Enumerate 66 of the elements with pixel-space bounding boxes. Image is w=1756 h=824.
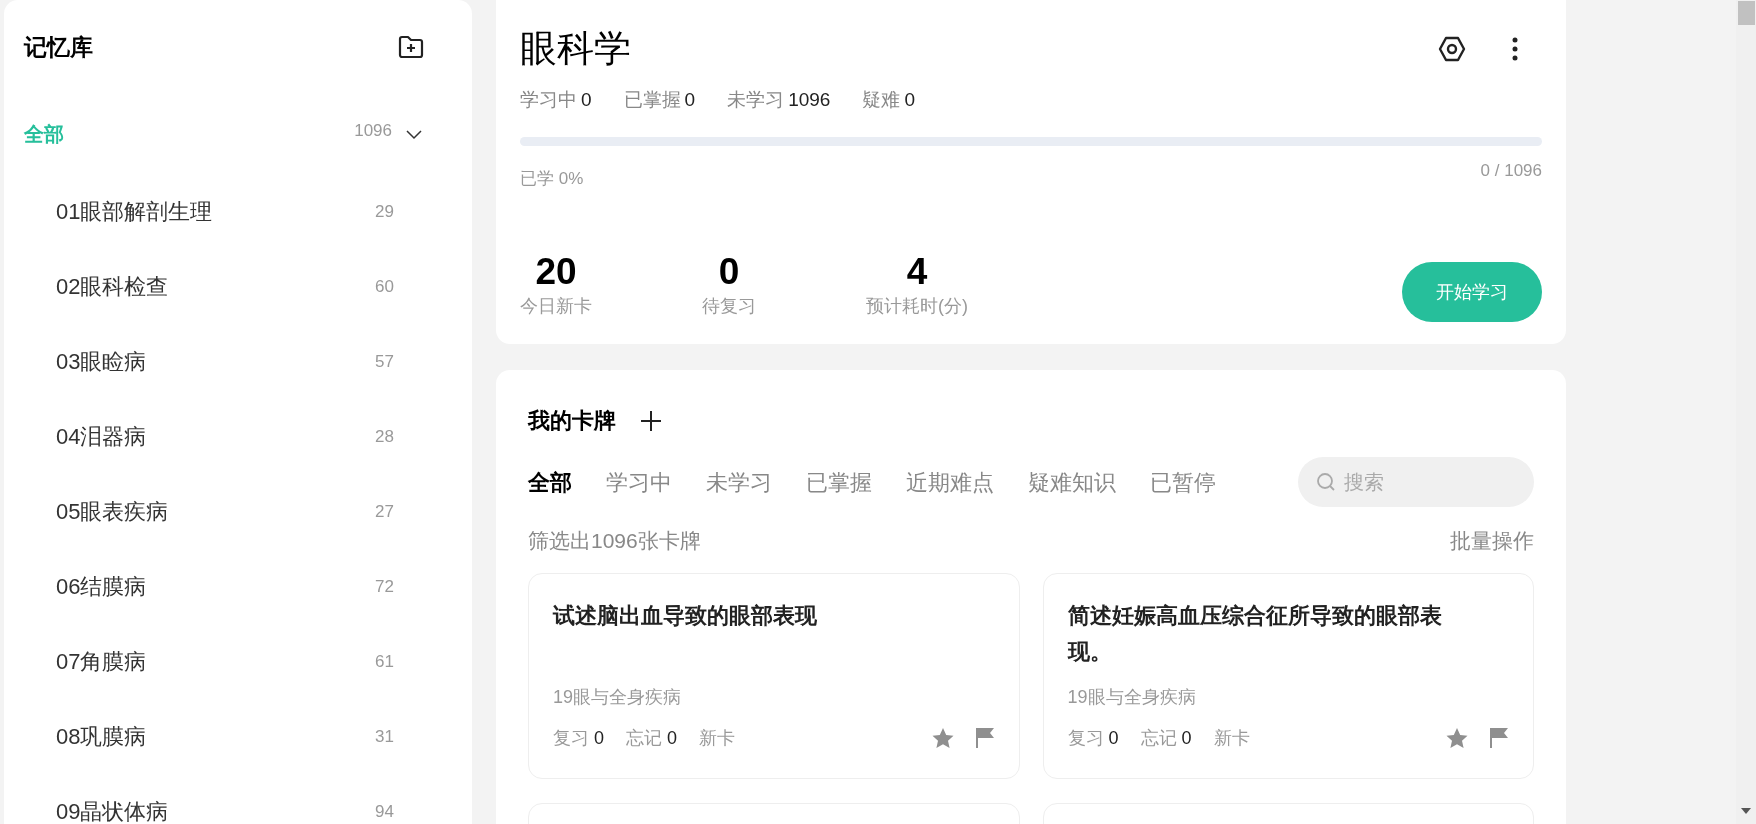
review-count: 0 <box>1108 726 1119 750</box>
filter-tab[interactable]: 近期难点 <box>906 465 994 499</box>
card-category: 19眼与全身疾病 <box>553 685 683 709</box>
flashcard[interactable]: 简述妊娠高血压综合征所导致的眼部表现。 19眼与全身疾病 复习 0 忘记 0 新卡 <box>1042 572 1534 779</box>
filter-tab[interactable]: 学习中 <box>606 465 672 499</box>
folder-plus-icon[interactable] <box>398 35 424 59</box>
card-question: 简述妊娠高血压综合征所导致的眼部表现。 <box>1067 601 1443 666</box>
deck-title: 眼科学 <box>520 27 631 71</box>
metric-value: 20 <box>535 251 577 293</box>
settings-icon[interactable] <box>1438 35 1466 63</box>
sidebar-item[interactable]: 06结膜病 72 <box>24 549 452 624</box>
search-icon <box>1316 472 1336 492</box>
flashcard[interactable]: 试述脑出血导致的眼部表现 19眼与全身疾病 复习 0 忘记 0 新卡 <box>528 572 1020 779</box>
star-icon[interactable] <box>1445 726 1469 750</box>
stat-label: 疑难 <box>862 88 901 112</box>
more-menu-icon[interactable] <box>1512 37 1518 61</box>
sidebar-item[interactable]: 02眼科检查 60 <box>24 249 452 324</box>
sidebar-item[interactable]: 05眼表疾病 27 <box>24 474 452 549</box>
search-field[interactable]: 搜索 <box>1298 457 1534 507</box>
scroll-down-icon[interactable] <box>1741 808 1751 814</box>
card-category: 19眼与全身疾病 <box>1067 685 1197 709</box>
filter-tab[interactable]: 已掌握 <box>806 465 872 499</box>
forget-count: 0 <box>1181 726 1192 750</box>
metric-label: 待复习 <box>702 295 756 318</box>
sidebar-item[interactable]: 01眼部解剖生理 29 <box>24 174 452 249</box>
metric-value: 0 <box>718 251 740 293</box>
filter-summary: 筛选出1096张卡牌 <box>528 528 701 554</box>
stat-label: 学习中 <box>520 88 577 112</box>
forget-count: 0 <box>667 726 678 750</box>
flag-icon[interactable] <box>974 727 995 749</box>
stat-value: 0 <box>684 88 696 112</box>
filter-tab[interactable]: 已暂停 <box>1150 465 1216 499</box>
review-count: 0 <box>594 726 604 750</box>
metric-label: 今日新卡 <box>520 295 592 318</box>
card-question: 试述脑出血导致的眼部表现 <box>553 601 818 630</box>
card-status: 新卡 <box>699 726 736 750</box>
forget-label: 忘记 <box>626 726 662 750</box>
metric-value: 4 <box>906 251 928 293</box>
scrollbar-thumb[interactable] <box>1737 1 1755 25</box>
review-label: 复习 <box>553 726 589 750</box>
stat-value: 0 <box>581 88 592 112</box>
sidebar-item[interactable]: 08巩膜病 31 <box>24 699 452 774</box>
chevron-icon[interactable] <box>406 130 422 140</box>
stat-value: 0 <box>904 88 915 112</box>
add-icon[interactable] <box>640 409 662 432</box>
stat-value: 1096 <box>788 88 831 112</box>
sidebar-item[interactable]: 04泪器病 28 <box>24 399 452 474</box>
flag-icon[interactable] <box>1489 727 1509 749</box>
metric-label: 预计耗时(分) <box>866 295 968 318</box>
forget-label: 忘记 <box>1140 726 1177 750</box>
stat-label: 已掌握 <box>623 88 681 112</box>
learned-percent: 已学 0% <box>520 167 584 190</box>
filter-tab[interactable]: 未学习 <box>706 465 772 499</box>
filter-tab[interactable]: 疑难知识 <box>1028 465 1116 499</box>
stat-label: 未学习 <box>727 88 785 112</box>
sidebar-item[interactable]: 07角膜病 61 <box>24 624 452 699</box>
card-count: 0 / 1096 <box>1480 159 1542 182</box>
section-title: 我的卡牌 <box>528 407 616 435</box>
review-label: 复习 <box>1067 726 1104 750</box>
sidebar-title: 记忆库 <box>24 32 93 62</box>
star-icon[interactable] <box>930 726 955 750</box>
bulk-action-link[interactable]: 批量操作 <box>1450 525 1534 557</box>
sidebar-item[interactable]: 09晶状体病 94 <box>24 774 452 824</box>
card-status: 新卡 <box>1213 726 1250 750</box>
sidebar-item[interactable]: 03眼睑病 57 <box>24 324 452 399</box>
filter-tab[interactable]: 全部 <box>528 465 572 499</box>
